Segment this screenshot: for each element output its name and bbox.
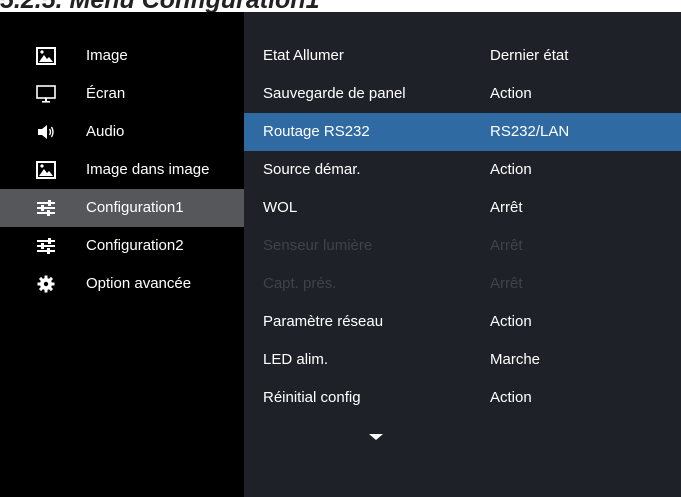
setting-name: LED alim. [263, 351, 329, 368]
sidebar-item-label: Option avancée [86, 275, 192, 292]
sidebar-item-label: Écran [86, 85, 126, 102]
setting-value: Action [490, 161, 532, 178]
setting-row-sauvegarde-de-panel[interactable]: Sauvegarde de panel Action [244, 75, 681, 113]
setting-value: Marche [490, 351, 541, 368]
settings-panel: Etat Allumer Dernier état Sauvegarde de … [244, 12, 681, 497]
setting-name: Source démar. [263, 161, 361, 178]
setting-name: Sauvegarde de panel [263, 85, 406, 102]
setting-name: WOL [263, 199, 298, 216]
setting-row-senseur-lumiere: Senseur lumière Arrêt [244, 227, 681, 265]
setting-value: Action [490, 313, 532, 330]
sidebar-item-pip[interactable]: Image dans image [0, 151, 244, 189]
gear-icon [37, 275, 55, 293]
sidebar-item-label: Image dans image [86, 161, 210, 178]
setting-row-reinitial-config[interactable]: Réinitial config Action [244, 379, 681, 417]
osd-menu: Image Écran Audio Image dans image Confi… [0, 12, 681, 497]
sidebar-item-label: Configuration2 [86, 237, 184, 254]
setting-value: RS232/LAN [490, 123, 570, 140]
setting-value: Action [490, 389, 532, 406]
setting-row-led-alim[interactable]: LED alim. Marche [244, 341, 681, 379]
sidebar-item-option-avancee[interactable]: Option avancée [0, 265, 244, 303]
setting-name: Paramètre réseau [263, 313, 384, 330]
setting-value: Action [490, 85, 532, 102]
sidebar-item-audio[interactable]: Audio [0, 113, 244, 151]
setting-row-capt-pres: Capt. prés. Arrêt [244, 265, 681, 303]
sidebar-item-image[interactable]: Image [0, 37, 244, 75]
chevron-down-icon[interactable] [369, 434, 383, 440]
sidebar-item-ecran[interactable]: Écran [0, 75, 244, 113]
image-icon [36, 47, 56, 65]
setting-value: Arrêt [490, 237, 523, 254]
setting-name: Etat Allumer [263, 47, 344, 64]
setting-row-parametre-reseau[interactable]: Paramètre réseau Action [244, 303, 681, 341]
setting-name: Capt. prés. [263, 275, 337, 292]
monitor-icon [36, 85, 56, 103]
setting-name: Routage RS232 [263, 123, 370, 140]
speaker-icon [38, 125, 54, 139]
sidebar-item-configuration2[interactable]: Configuration2 [0, 227, 244, 265]
setting-name: Réinitial config [263, 389, 361, 406]
setting-row-source-demar[interactable]: Source démar. Action [244, 151, 681, 189]
setting-value: Dernier état [490, 47, 569, 64]
setting-value: Arrêt [490, 199, 523, 216]
setting-row-wol[interactable]: WOL Arrêt [244, 189, 681, 227]
pip-icon [36, 161, 56, 179]
setting-row-etat-allumer[interactable]: Etat Allumer Dernier état [244, 37, 681, 75]
sidebar-item-label: Audio [86, 123, 125, 140]
setting-name: Senseur lumière [263, 237, 373, 254]
sidebar-item-configuration1[interactable]: Configuration1 [0, 189, 244, 227]
sidebar-item-label: Image [86, 47, 128, 64]
sidebar-item-label: Configuration1 [86, 199, 184, 216]
page-heading: 5.2.5. Menu Configuration1 [0, 0, 681, 12]
sliders-icon [37, 200, 55, 216]
setting-value: Arrêt [490, 275, 523, 292]
menu-sidebar: Image Écran Audio Image dans image Confi… [0, 12, 244, 497]
setting-row-routage-rs232[interactable]: Routage RS232 RS232/LAN [244, 113, 681, 151]
sliders-icon [37, 238, 55, 254]
